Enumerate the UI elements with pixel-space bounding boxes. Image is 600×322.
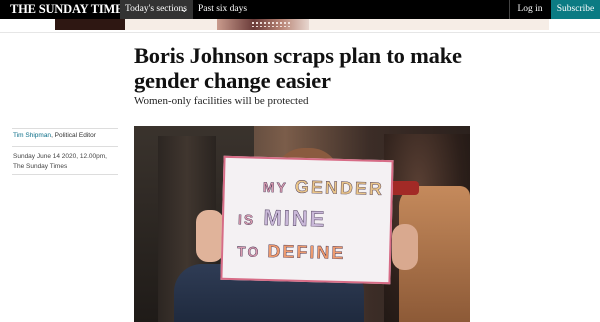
byline: Tim Shipman, Political Editor [13, 132, 96, 139]
banner-dark-block [55, 19, 125, 30]
sign-line-2: IS MINE [238, 204, 327, 232]
sign-word-gender: GENDER [294, 176, 385, 199]
photo-left-hand [196, 210, 224, 262]
login-button[interactable]: Log in [510, 0, 550, 19]
header-divider [0, 32, 600, 33]
sign-line-1: MY GENDER [262, 176, 385, 200]
sign-word-is: IS [237, 211, 256, 228]
article-headline: Boris Johnson scraps plan to make gender… [134, 43, 462, 93]
photo-right-hand [392, 224, 418, 270]
author-role: , Political Editor [51, 132, 96, 139]
hero-banner-strip [55, 19, 549, 30]
byline-divider-middle [12, 146, 118, 147]
protest-sign: MY GENDER IS MINE TO DEFINE [220, 155, 394, 285]
sign-word-my: MY [262, 178, 289, 196]
article-standfirst: Women-only facilities will be protected [134, 95, 309, 107]
todays-sections-label: Today's sections [125, 4, 187, 14]
top-navigation-bar: THE SUNDAY TIMES Today's sections ⌄ Past… [0, 0, 600, 19]
sign-word-to: TO [236, 243, 261, 260]
sign-word-define: DEFINE [267, 240, 346, 264]
sign-word-mine: MINE [263, 204, 327, 232]
site-logo[interactable]: THE SUNDAY TIMES [10, 2, 130, 17]
banner-pattern [251, 21, 291, 27]
sign-line-3: TO DEFINE [237, 240, 346, 264]
subscribe-button[interactable]: Subscribe [551, 0, 600, 19]
byline-divider-top [12, 128, 118, 129]
todays-sections-menu[interactable]: Today's sections ⌄ [120, 0, 193, 19]
article-photo: MY GENDER IS MINE TO DEFINE [134, 126, 470, 322]
publish-date: Sunday June 14 2020, 12.00pm, [13, 153, 107, 160]
byline-divider-bottom [12, 174, 118, 175]
photo-red-scarf [389, 181, 419, 195]
chevron-down-icon: ⌄ [180, 4, 188, 14]
dateline: Sunday June 14 2020, 12.00pm, The Sunday… [13, 152, 107, 172]
publication-name: The Sunday Times [13, 163, 68, 170]
author-link[interactable]: Tim Shipman [13, 132, 51, 139]
past-six-days-link[interactable]: Past six days [198, 0, 247, 19]
